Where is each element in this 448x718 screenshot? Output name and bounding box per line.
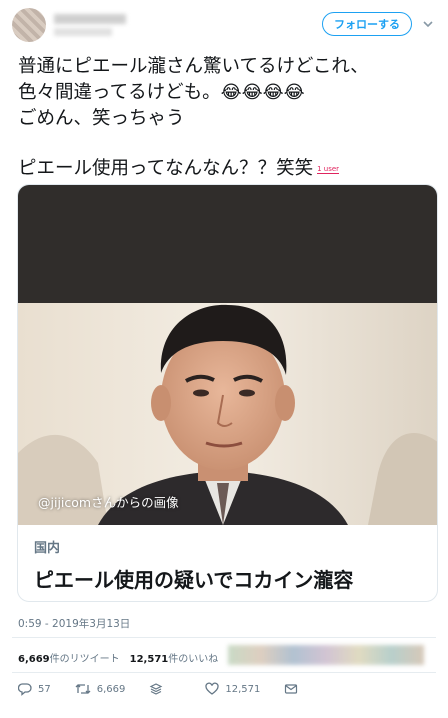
tweet-stats: 6,669件のリツイート 12,571件のいいね bbox=[18, 650, 218, 665]
like-action-count: 12,571 bbox=[225, 683, 261, 695]
tweet-line-2-text: 色々間違ってるけども。 bbox=[18, 82, 221, 103]
liker-avatars-blurred[interactable] bbox=[228, 645, 424, 665]
retweet-button[interactable]: 6,669 bbox=[75, 682, 126, 696]
display-name-blurred[interactable] bbox=[54, 14, 126, 24]
retweet-stat[interactable]: 6,669件のリツイート bbox=[18, 654, 120, 665]
retweet-action-count: 6,669 bbox=[96, 683, 126, 695]
news-link-card[interactable]: @jijicomさんからの画像 国内 ピエール使用の疑いでコカイン瀧容 bbox=[17, 184, 438, 602]
tweet-line-2: 色々間違ってるけども。😂😂😂😂 bbox=[18, 80, 438, 106]
card-dark-banner bbox=[18, 185, 437, 303]
image-credit: @jijicomさんからの画像 bbox=[38, 495, 179, 510]
tweet-actions: 57 6,669 12,571 bbox=[18, 682, 328, 696]
like-stat-label: 件のいいね bbox=[168, 654, 219, 665]
tweet-line-4: ピエール使用ってなんなん？？笑笑 1 user bbox=[18, 156, 438, 182]
message-button[interactable] bbox=[284, 682, 304, 696]
stack-button[interactable] bbox=[149, 682, 169, 696]
reply-button[interactable]: 57 bbox=[18, 682, 51, 696]
retweet-count: 6,669 bbox=[18, 654, 50, 665]
tweet-text: 普通にピエール瀧さん驚いてるけどこれ、 色々間違ってるけども。😂😂😂😂 ごめん、… bbox=[18, 54, 438, 182]
card-headline[interactable]: ピエール使用の疑いでコカイン瀧容 bbox=[34, 564, 423, 593]
card-body: 国内 ピエール使用の疑いでコカイン瀧容 bbox=[18, 525, 437, 601]
follow-button[interactable]: フォローする bbox=[322, 12, 412, 36]
user-badge: 1 user bbox=[317, 164, 340, 174]
envelope-icon bbox=[285, 684, 298, 694]
reply-icon bbox=[18, 683, 32, 696]
like-stat[interactable]: 12,571件のいいね bbox=[130, 654, 219, 665]
username-blurred bbox=[54, 28, 112, 36]
crying-laughing-emoji: 😂😂😂😂 bbox=[220, 82, 305, 103]
tweet-line-1: 普通にピエール瀧さん驚いてるけどこれ、 bbox=[18, 56, 369, 77]
retweet-stat-label: 件のリツイート bbox=[49, 654, 120, 665]
card-photo: @jijicomさんからの画像 bbox=[18, 303, 437, 525]
divider bbox=[12, 637, 436, 638]
tweet-line-4-text: ピエール使用ってなんなん？？笑笑 bbox=[18, 158, 314, 179]
reply-count: 57 bbox=[38, 683, 51, 695]
like-button[interactable]: 12,571 bbox=[205, 682, 260, 696]
tweet-header: フォローする bbox=[0, 0, 448, 48]
retweet-icon bbox=[75, 684, 91, 694]
chevron-down-icon[interactable] bbox=[422, 18, 434, 30]
card-category: 国内 bbox=[34, 541, 61, 556]
heart-icon bbox=[205, 682, 220, 695]
divider bbox=[12, 672, 436, 673]
stack-icon bbox=[150, 683, 163, 695]
tweet-line-3: ごめん、笑っちゃう bbox=[18, 108, 185, 129]
like-count: 12,571 bbox=[129, 654, 169, 665]
tweet-timestamp[interactable]: 0:59 - 2019年3月13日 bbox=[18, 616, 130, 631]
avatar[interactable] bbox=[12, 8, 46, 42]
